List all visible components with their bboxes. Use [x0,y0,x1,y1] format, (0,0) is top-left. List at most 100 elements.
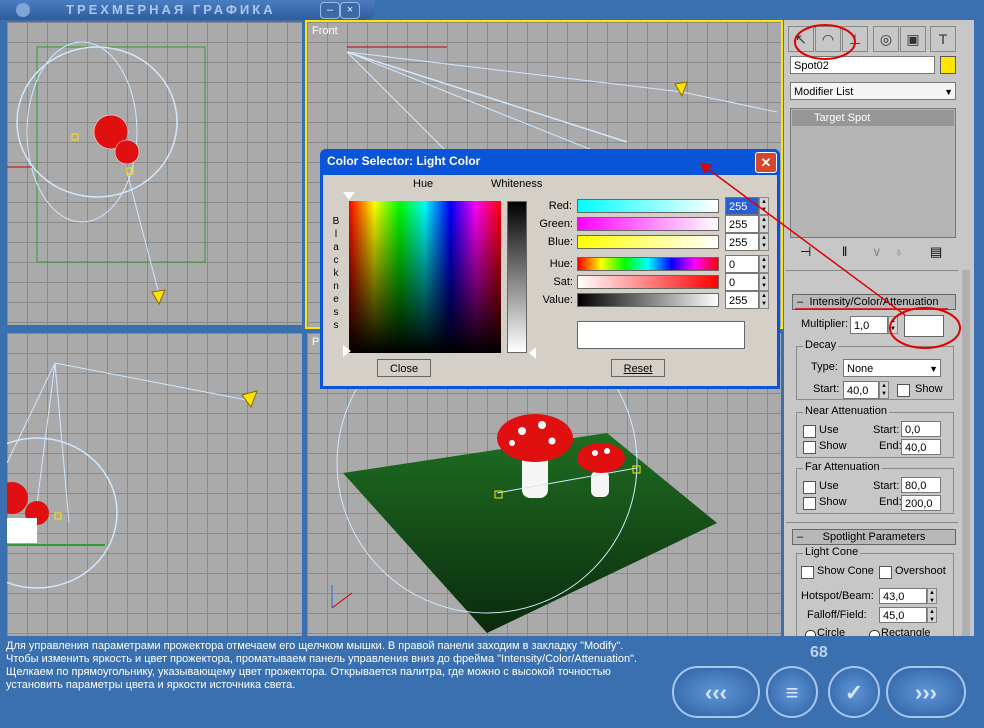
object-name-field[interactable]: Spot02 [790,56,935,74]
hierarchy-tab-icon[interactable]: ⊥ [842,26,868,52]
overshoot-checkbox[interactable] [879,566,892,579]
blackness-letter: e [333,294,339,305]
close-button[interactable]: Close [377,359,431,377]
nav-first-button[interactable]: ‹‹‹ [672,666,760,718]
light-color-swatch[interactable] [904,315,944,337]
blue-label: Blue: [547,236,573,248]
modifier-list-dropdown[interactable]: Modifier List ▼ [790,82,956,100]
near-end-label: End: [879,440,902,452]
red-label: Red: [548,200,572,212]
configure-sets-icon[interactable]: ▤ [930,244,942,260]
whiteness-pointer-icon [529,347,536,359]
rollout-divider [786,522,958,523]
reset-button[interactable]: Reset [611,359,665,377]
nav-check-button[interactable]: ✓ [828,666,880,718]
whiteness-bar[interactable] [507,201,527,353]
hue-slider[interactable] [577,257,719,271]
sat-spinner[interactable]: ▲ ▼ [759,273,769,291]
far-attenuation-title: Far Attenuation [803,461,882,473]
far-show-checkbox[interactable] [803,497,816,510]
red-slider[interactable] [577,199,719,213]
far-use-checkbox[interactable] [803,481,816,494]
modify-tab-icon[interactable]: ◠ [815,26,841,52]
show-cone-checkbox[interactable] [801,566,814,579]
sat-slider[interactable] [577,275,719,289]
hue-spinner[interactable]: ▲ ▼ [759,255,769,273]
stack-item-target-spot[interactable]: Target Spot [792,110,954,126]
decay-type-dropdown[interactable]: None ▼ [843,359,941,377]
green-spinner[interactable]: ▲ ▼ [759,215,769,233]
hue-blackness-field[interactable] [349,201,501,353]
value-spinner[interactable]: ▲ ▼ [759,291,769,309]
display-tab-icon[interactable]: ▣ [900,26,926,52]
viewport-top[interactable] [7,22,302,325]
blackness-letter: n [333,281,339,292]
value-value-field[interactable]: 255 [725,291,759,309]
falloff-field[interactable]: 45,0 [879,607,927,623]
modifier-list-label: Modifier List [794,86,854,98]
panel-divider [786,270,958,271]
green-slider[interactable] [577,217,719,231]
far-end-field[interactable]: 200,0 [901,495,941,511]
make-unique-icon[interactable]: ∨ [872,244,882,260]
decay-show-checkbox[interactable] [897,384,910,397]
multiplier-field[interactable]: 1,0 [850,316,888,334]
minimize-button[interactable]: – [320,2,340,19]
nav-menu-button[interactable]: ≡ [766,666,818,718]
near-end-field[interactable]: 40,0 [901,439,941,455]
pin-stack-icon[interactable]: ⊣ [800,244,811,260]
green-label: Green: [539,218,573,230]
decay-start-field[interactable]: 40,0 [843,381,879,399]
object-color-swatch[interactable] [940,56,956,74]
rollout-intensity-color-attenuation[interactable]: – Intensity/Color/Attenuation [792,294,956,310]
near-show-checkbox[interactable] [803,441,816,454]
sat-value-field[interactable]: 0 [725,273,759,291]
close-window-button[interactable]: × [340,2,360,19]
near-use-checkbox[interactable] [803,425,816,438]
far-start-field[interactable]: 80,0 [901,477,941,493]
red-spinner[interactable]: ▲ ▼ [759,197,769,215]
decay-start-spinner[interactable]: ▲ ▼ [879,381,889,399]
near-start-label: Start: [873,424,900,436]
app-title: ТРЕХМЕРНАЯ ГРАФИКА [66,2,276,17]
multiplier-spinner[interactable]: ▲ ▼ [888,316,898,334]
blackness-letter: B [332,216,340,227]
value-label: Value: [542,294,573,306]
dialog-close-icon[interactable]: ✕ [755,152,777,173]
decay-type-label: Type: [811,361,838,373]
far-start-label: Start: [873,480,900,492]
decay-start-label: Start: [813,383,840,395]
falloff-label: Falloff/Field: [807,609,867,621]
nav-next-button[interactable]: ››› [886,666,966,718]
hotspot-spinner[interactable]: ▲ ▼ [927,588,937,604]
dropdown-arrow-icon: ▼ [944,87,953,97]
show-end-result-icon[interactable]: ‖ [842,244,847,259]
blue-value-field[interactable]: 255 [725,233,759,251]
dialog-title: Color Selector: Light Color [327,154,481,168]
value-slider[interactable] [577,293,719,307]
decay-show-label: Show [915,383,943,395]
falloff-spinner[interactable]: ▲ ▼ [927,607,937,623]
decay-group: Decay Type: None ▼ Start: 40,0 ▲ ▼ Show [796,339,954,400]
motion-tab-icon[interactable]: ◎ [873,26,899,52]
blackness-letter: s [333,307,339,318]
blue-spinner[interactable]: ▲ ▼ [759,233,769,251]
utilities-tab-icon[interactable]: T [930,26,956,52]
hue-label: Hue: [549,258,573,270]
panel-scrollbar[interactable] [962,270,970,636]
rollout-spotlight-parameters[interactable]: – Spotlight Parameters [792,529,956,545]
rollout-minus-icon: – [797,296,804,308]
green-value-field[interactable]: 255 [725,215,759,233]
remove-modifier-icon[interactable]: ♁ [894,244,904,259]
whiteness-header: Whiteness [491,178,543,190]
red-value-field[interactable]: 255 [725,197,759,215]
blackness-letter: s [333,320,339,331]
near-start-field[interactable]: 0,0 [901,421,941,437]
decay-type-value: None [847,363,874,375]
blue-slider[interactable] [577,235,719,249]
show-cone-label: Show Cone [817,565,874,577]
viewport-left[interactable] [7,333,302,636]
create-tab-icon[interactable]: ↖ [788,26,814,52]
hotspot-field[interactable]: 43,0 [879,588,927,604]
hue-value-field[interactable]: 0 [725,255,759,273]
